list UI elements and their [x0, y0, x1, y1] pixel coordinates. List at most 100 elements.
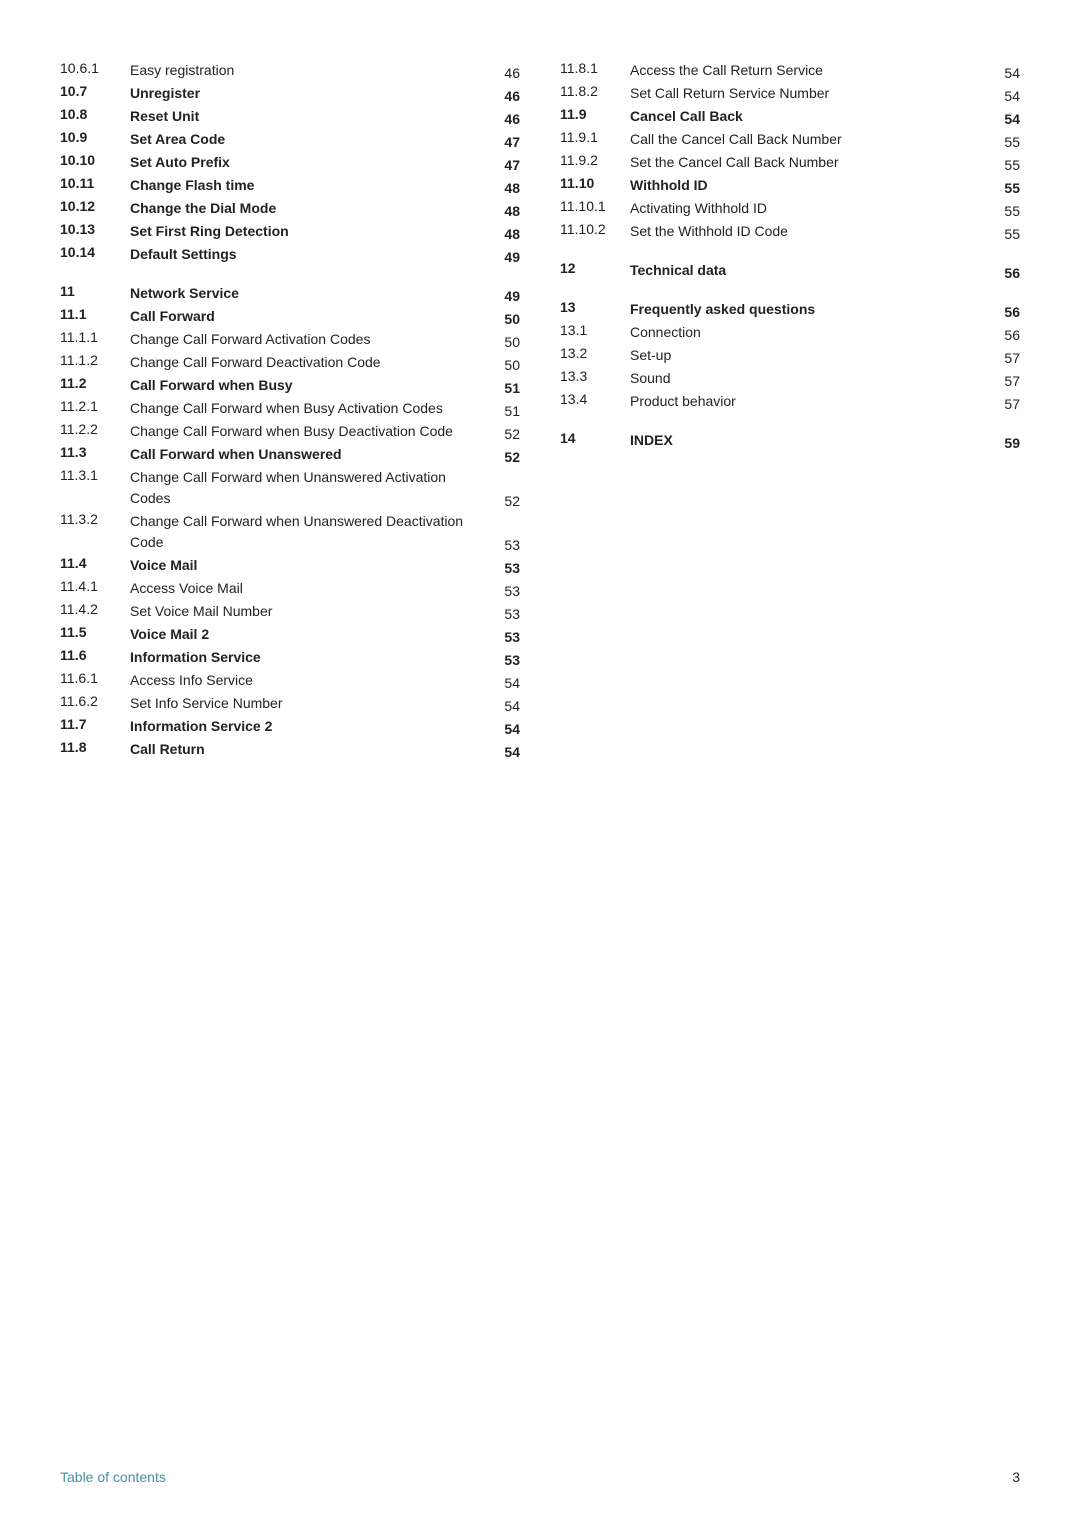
- toc-page: 53: [492, 652, 520, 668]
- toc-label: Activating Withhold ID: [630, 198, 992, 219]
- toc-number: 11.4.2: [60, 601, 130, 617]
- toc-label: Change the Dial Mode: [130, 198, 492, 219]
- toc-number: 10.10: [60, 152, 130, 168]
- toc-label: Call the Cancel Call Back Number: [630, 129, 992, 150]
- toc-label: Access Info Service: [130, 670, 492, 691]
- list-item: 11.4.1Access Voice Mail53: [60, 578, 520, 599]
- toc-page: 51: [492, 403, 520, 419]
- toc-page: 48: [492, 180, 520, 196]
- list-item: 14INDEX59: [560, 430, 1020, 451]
- list-item: 10.11Change Flash time48: [60, 175, 520, 196]
- list-item: 11.7Information Service 254: [60, 716, 520, 737]
- toc-page: 53: [492, 583, 520, 599]
- list-item: 10.6.1Easy registration46: [60, 60, 520, 81]
- toc-number: 11.8.2: [560, 83, 630, 99]
- toc-page: 46: [492, 88, 520, 104]
- list-item: 11.10.1Activating Withhold ID55: [560, 198, 1020, 219]
- toc-label: Access the Call Return Service: [630, 60, 992, 81]
- toc-label: Set Info Service Number: [130, 693, 492, 714]
- toc-number: 11.4: [60, 555, 130, 571]
- list-item: 11.3.1Change Call Forward when Unanswere…: [60, 467, 520, 509]
- list-item: 11.2.1Change Call Forward when Busy Acti…: [60, 398, 520, 419]
- toc-page: 55: [992, 134, 1020, 150]
- toc-page: 56: [992, 265, 1020, 281]
- list-item: 11.8.2Set Call Return Service Number54: [560, 83, 1020, 104]
- spacer: [560, 414, 1020, 430]
- spacer: [60, 267, 520, 283]
- toc-page: 55: [992, 203, 1020, 219]
- toc-page: 46: [492, 111, 520, 127]
- toc-number: 11.4.1: [60, 578, 130, 594]
- toc-page: 53: [492, 629, 520, 645]
- list-item: 11.2Call Forward when Busy51: [60, 375, 520, 396]
- toc-page: 54: [992, 88, 1020, 104]
- toc-page: 52: [492, 449, 520, 465]
- toc-number: 11.1: [60, 306, 130, 322]
- toc-page: 59: [992, 435, 1020, 451]
- toc-label: Set First Ring Detection: [130, 221, 492, 242]
- toc-page: 49: [492, 288, 520, 304]
- toc-page: 51: [492, 380, 520, 396]
- list-item: 11.9.1Call the Cancel Call Back Number55: [560, 129, 1020, 150]
- toc-columns: 10.6.1Easy registration4610.7Unregister4…: [60, 60, 1020, 762]
- page: 10.6.1Easy registration4610.7Unregister4…: [0, 0, 1080, 1525]
- list-item: 11.2.2Change Call Forward when Busy Deac…: [60, 421, 520, 442]
- toc-label: Easy registration: [130, 60, 492, 81]
- toc-number: 11.5: [60, 624, 130, 640]
- toc-number: 14: [560, 430, 630, 446]
- toc-label: Network Service: [130, 283, 492, 304]
- toc-page: 48: [492, 226, 520, 242]
- toc-column-right: 11.8.1Access the Call Return Service5411…: [560, 60, 1020, 762]
- toc-number: 11.9: [560, 106, 630, 122]
- toc-number: 11.3: [60, 444, 130, 460]
- list-item: 11.10.2Set the Withhold ID Code55: [560, 221, 1020, 242]
- toc-page: 57: [992, 373, 1020, 389]
- toc-label: Access Voice Mail: [130, 578, 492, 599]
- toc-label: Cancel Call Back: [630, 106, 992, 127]
- list-item: 10.14Default Settings49: [60, 244, 520, 265]
- toc-label: Default Settings: [130, 244, 492, 265]
- toc-number: 13.2: [560, 345, 630, 361]
- toc-label: Set Call Return Service Number: [630, 83, 992, 104]
- list-item: 11.5Voice Mail 253: [60, 624, 520, 645]
- page-footer: Table of contents 3: [60, 1469, 1020, 1485]
- toc-number: 11: [60, 283, 130, 299]
- list-item: 11.6.1Access Info Service54: [60, 670, 520, 691]
- toc-page: 52: [492, 426, 520, 442]
- toc-label: Technical data: [630, 260, 992, 281]
- list-item: 11.9Cancel Call Back54: [560, 106, 1020, 127]
- toc-number: 10.14: [60, 244, 130, 260]
- toc-page: 53: [492, 560, 520, 576]
- toc-page: 56: [992, 304, 1020, 320]
- toc-label: Change Call Forward Deactivation Code: [130, 352, 492, 373]
- toc-page: 50: [492, 311, 520, 327]
- toc-page: 46: [492, 65, 520, 81]
- list-item: 10.12Change the Dial Mode48: [60, 198, 520, 219]
- list-item: 11.9.2Set the Cancel Call Back Number55: [560, 152, 1020, 173]
- toc-number: 11.8: [60, 739, 130, 755]
- toc-label: Set the Cancel Call Back Number: [630, 152, 992, 173]
- toc-number: 10.7: [60, 83, 130, 99]
- toc-number: 10.9: [60, 129, 130, 145]
- toc-page: 54: [492, 744, 520, 760]
- toc-label: Set Area Code: [130, 129, 492, 150]
- toc-page: 57: [992, 350, 1020, 366]
- toc-page: 55: [992, 180, 1020, 196]
- toc-label: Call Forward when Unanswered: [130, 444, 492, 465]
- list-item: 11.1.2Change Call Forward Deactivation C…: [60, 352, 520, 373]
- list-item: 10.13Set First Ring Detection48: [60, 221, 520, 242]
- toc-number: 11.9.2: [560, 152, 630, 168]
- toc-label: Call Return: [130, 739, 492, 760]
- toc-label: Call Forward when Busy: [130, 375, 492, 396]
- toc-number: 13.1: [560, 322, 630, 338]
- toc-number: 11.6.2: [60, 693, 130, 709]
- toc-label: Change Call Forward Activation Codes: [130, 329, 492, 350]
- toc-label: Set Auto Prefix: [130, 152, 492, 173]
- toc-page: 49: [492, 249, 520, 265]
- toc-label: Call Forward: [130, 306, 492, 327]
- toc-number: 11.10.1: [560, 198, 630, 214]
- toc-label: Change Call Forward when Busy Activation…: [130, 398, 492, 419]
- toc-label: Connection: [630, 322, 992, 343]
- toc-number: 11.6: [60, 647, 130, 663]
- toc-label: Voice Mail: [130, 555, 492, 576]
